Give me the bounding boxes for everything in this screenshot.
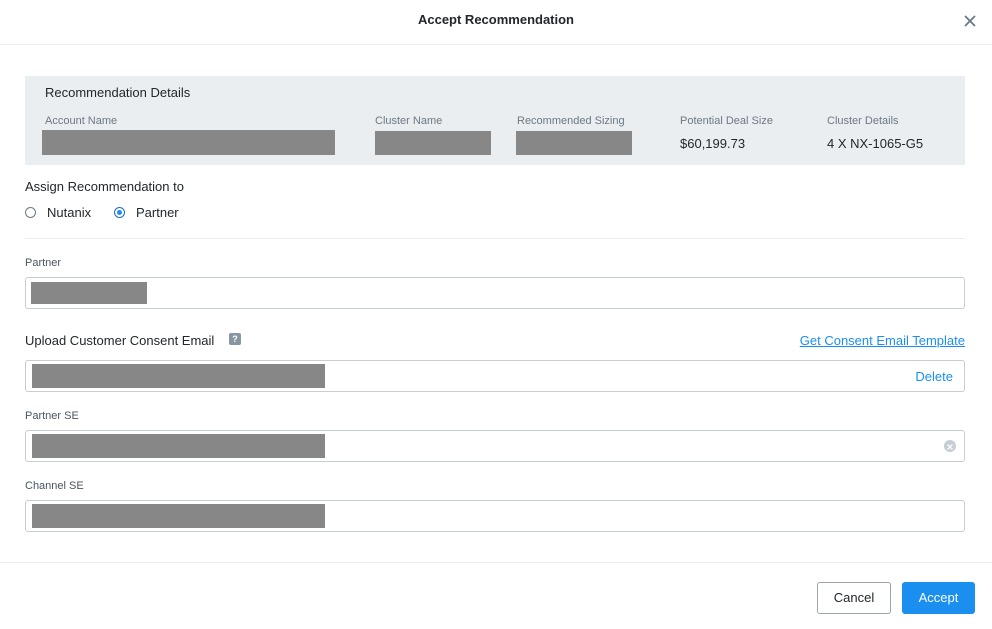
channel-se-input[interactable] [25, 500, 965, 532]
cluster-details-label: Cluster Details [827, 115, 899, 127]
recommended-sizing-value [516, 131, 632, 155]
recommendation-details-panel: Recommendation Details Account Name Clus… [25, 76, 965, 165]
partner-input[interactable] [25, 277, 965, 309]
channel-se-value [32, 504, 325, 528]
partner-se-label: Partner SE [25, 410, 79, 422]
cluster-details-value: 4 X NX-1065-G5 [827, 136, 924, 151]
help-icon[interactable]: ? [229, 333, 241, 345]
close-button[interactable] [961, 12, 979, 30]
details-title: Recommendation Details [45, 85, 191, 100]
footer-divider [0, 562, 992, 563]
partner-input-value [31, 282, 147, 304]
upload-consent-label: Upload Customer Consent Email [25, 333, 215, 348]
consent-email-file-field: Delete [25, 360, 965, 392]
close-icon [964, 15, 976, 27]
modal-header: Accept Recommendation [0, 0, 992, 45]
radio-nutanix-circle[interactable] [25, 207, 36, 218]
accept-button[interactable]: Accept [902, 582, 975, 614]
account-name-value [42, 130, 335, 155]
cancel-button[interactable]: Cancel [817, 582, 891, 614]
partner-label: Partner [25, 257, 62, 269]
partner-se-input[interactable] [25, 430, 965, 462]
radio-partner-label: Partner [136, 205, 179, 220]
modal-title: Accept Recommendation [417, 12, 575, 27]
radio-partner-circle[interactable] [114, 207, 125, 218]
radio-nutanix[interactable]: Nutanix [25, 205, 91, 220]
recommended-sizing-label: Recommended Sizing [517, 115, 625, 127]
assign-label: Assign Recommendation to [25, 179, 184, 194]
cluster-name-value [375, 131, 491, 155]
get-consent-template-link[interactable]: Get Consent Email Template [800, 333, 965, 348]
deal-size-label: Potential Deal Size [680, 115, 773, 127]
consent-file-name [32, 364, 325, 388]
clear-icon[interactable] [944, 440, 956, 452]
account-name-label: Account Name [45, 115, 118, 127]
deal-size-value: $60,199.73 [680, 136, 746, 151]
partner-se-value [32, 434, 325, 458]
section-divider [25, 238, 965, 239]
radio-nutanix-label: Nutanix [47, 205, 92, 220]
delete-file-button[interactable]: Delete [915, 369, 953, 384]
radio-partner[interactable]: Partner [114, 205, 179, 220]
channel-se-label: Channel SE [25, 480, 84, 492]
cluster-name-label: Cluster Name [375, 115, 443, 127]
